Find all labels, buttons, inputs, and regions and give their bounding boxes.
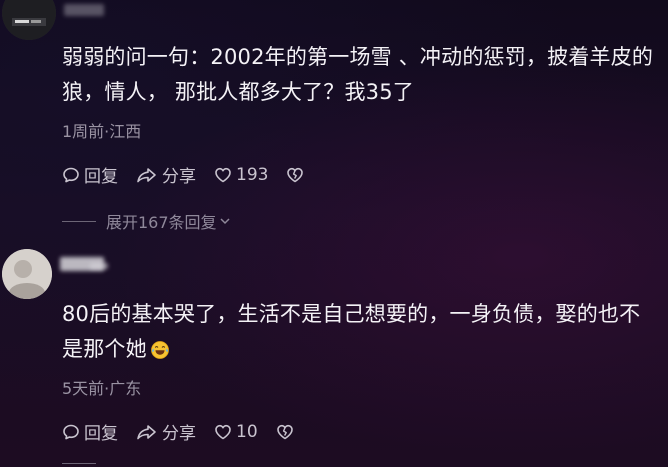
share-button[interactable]: 分享 bbox=[136, 419, 196, 444]
comment-meta: 1周前·江西 bbox=[62, 122, 142, 141]
comment-text: 80后的基本哭了，生活不是自己想要的，一身负债，娶的也不 是那个她 bbox=[62, 297, 662, 367]
reply-label: 回复 bbox=[84, 167, 118, 187]
comment-text: 弱弱的问一句：2002年的第一场雪 、冲动的惩罚，披着羊皮的 狼，情人， 那批人… bbox=[62, 40, 662, 110]
share-label: 分享 bbox=[162, 167, 196, 187]
comment-actions: 回复 分享 193 bbox=[62, 162, 326, 187]
speech-bubble-icon bbox=[63, 424, 79, 439]
laughing-crying-emoji-icon bbox=[150, 340, 169, 359]
avatar[interactable] bbox=[2, 0, 56, 40]
share-button[interactable]: 分享 bbox=[136, 162, 196, 187]
expand-replies-button[interactable]: 展开167条回复 bbox=[62, 209, 231, 233]
like-count: 10 bbox=[236, 421, 258, 442]
heart-icon bbox=[215, 167, 231, 182]
share-arrow-icon bbox=[137, 424, 156, 439]
comment-actions: 回复 分享 10 bbox=[62, 419, 316, 444]
username-blurred-extra bbox=[90, 263, 108, 269]
speech-bubble-icon bbox=[63, 167, 79, 182]
like-button[interactable]: 193 bbox=[214, 165, 268, 185]
comment-text-line-2: 是那个她 bbox=[62, 337, 147, 361]
comment-text-line-2: 狼，情人， 那批人都多大了？我35了 bbox=[62, 80, 414, 104]
like-button[interactable]: 10 bbox=[214, 422, 258, 442]
reply-label: 回复 bbox=[84, 424, 118, 444]
heart-icon bbox=[215, 424, 231, 439]
dislike-button[interactable] bbox=[286, 166, 308, 184]
reply-button[interactable]: 回复 bbox=[62, 162, 118, 187]
comment-item: 弱弱的问一句：2002年的第一场雪 、冲动的惩罚，披着羊皮的 狼，情人， 那批人… bbox=[0, 0, 668, 235]
comment-meta: 5天前·广东 bbox=[62, 379, 142, 398]
reply-button[interactable]: 回复 bbox=[62, 419, 118, 444]
username-blurred[interactable] bbox=[64, 4, 104, 16]
comment-text-line-2-row: 是那个她 bbox=[62, 332, 662, 367]
dislike-button[interactable] bbox=[276, 423, 298, 441]
share-arrow-icon bbox=[137, 167, 156, 182]
expand-divider bbox=[62, 220, 96, 222]
broken-heart-icon bbox=[276, 424, 293, 439]
comment-text-line-1: 80后的基本哭了，生活不是自己想要的，一身负债，娶的也不 bbox=[62, 302, 641, 326]
avatar[interactable] bbox=[2, 249, 52, 299]
comment-item: 80后的基本哭了，生活不是自己想要的，一身负债，娶的也不 是那个她 5天前·广东… bbox=[0, 235, 668, 467]
share-label: 分享 bbox=[162, 424, 196, 444]
broken-heart-icon bbox=[287, 167, 304, 182]
expand-replies-label: 展开167条回复 bbox=[106, 213, 217, 232]
next-item-divider bbox=[62, 463, 96, 464]
chevron-down-icon bbox=[220, 218, 230, 225]
like-count: 193 bbox=[236, 164, 269, 185]
comment-text-line-1: 弱弱的问一句：2002年的第一场雪 、冲动的惩罚，披着羊皮的 bbox=[62, 45, 654, 69]
